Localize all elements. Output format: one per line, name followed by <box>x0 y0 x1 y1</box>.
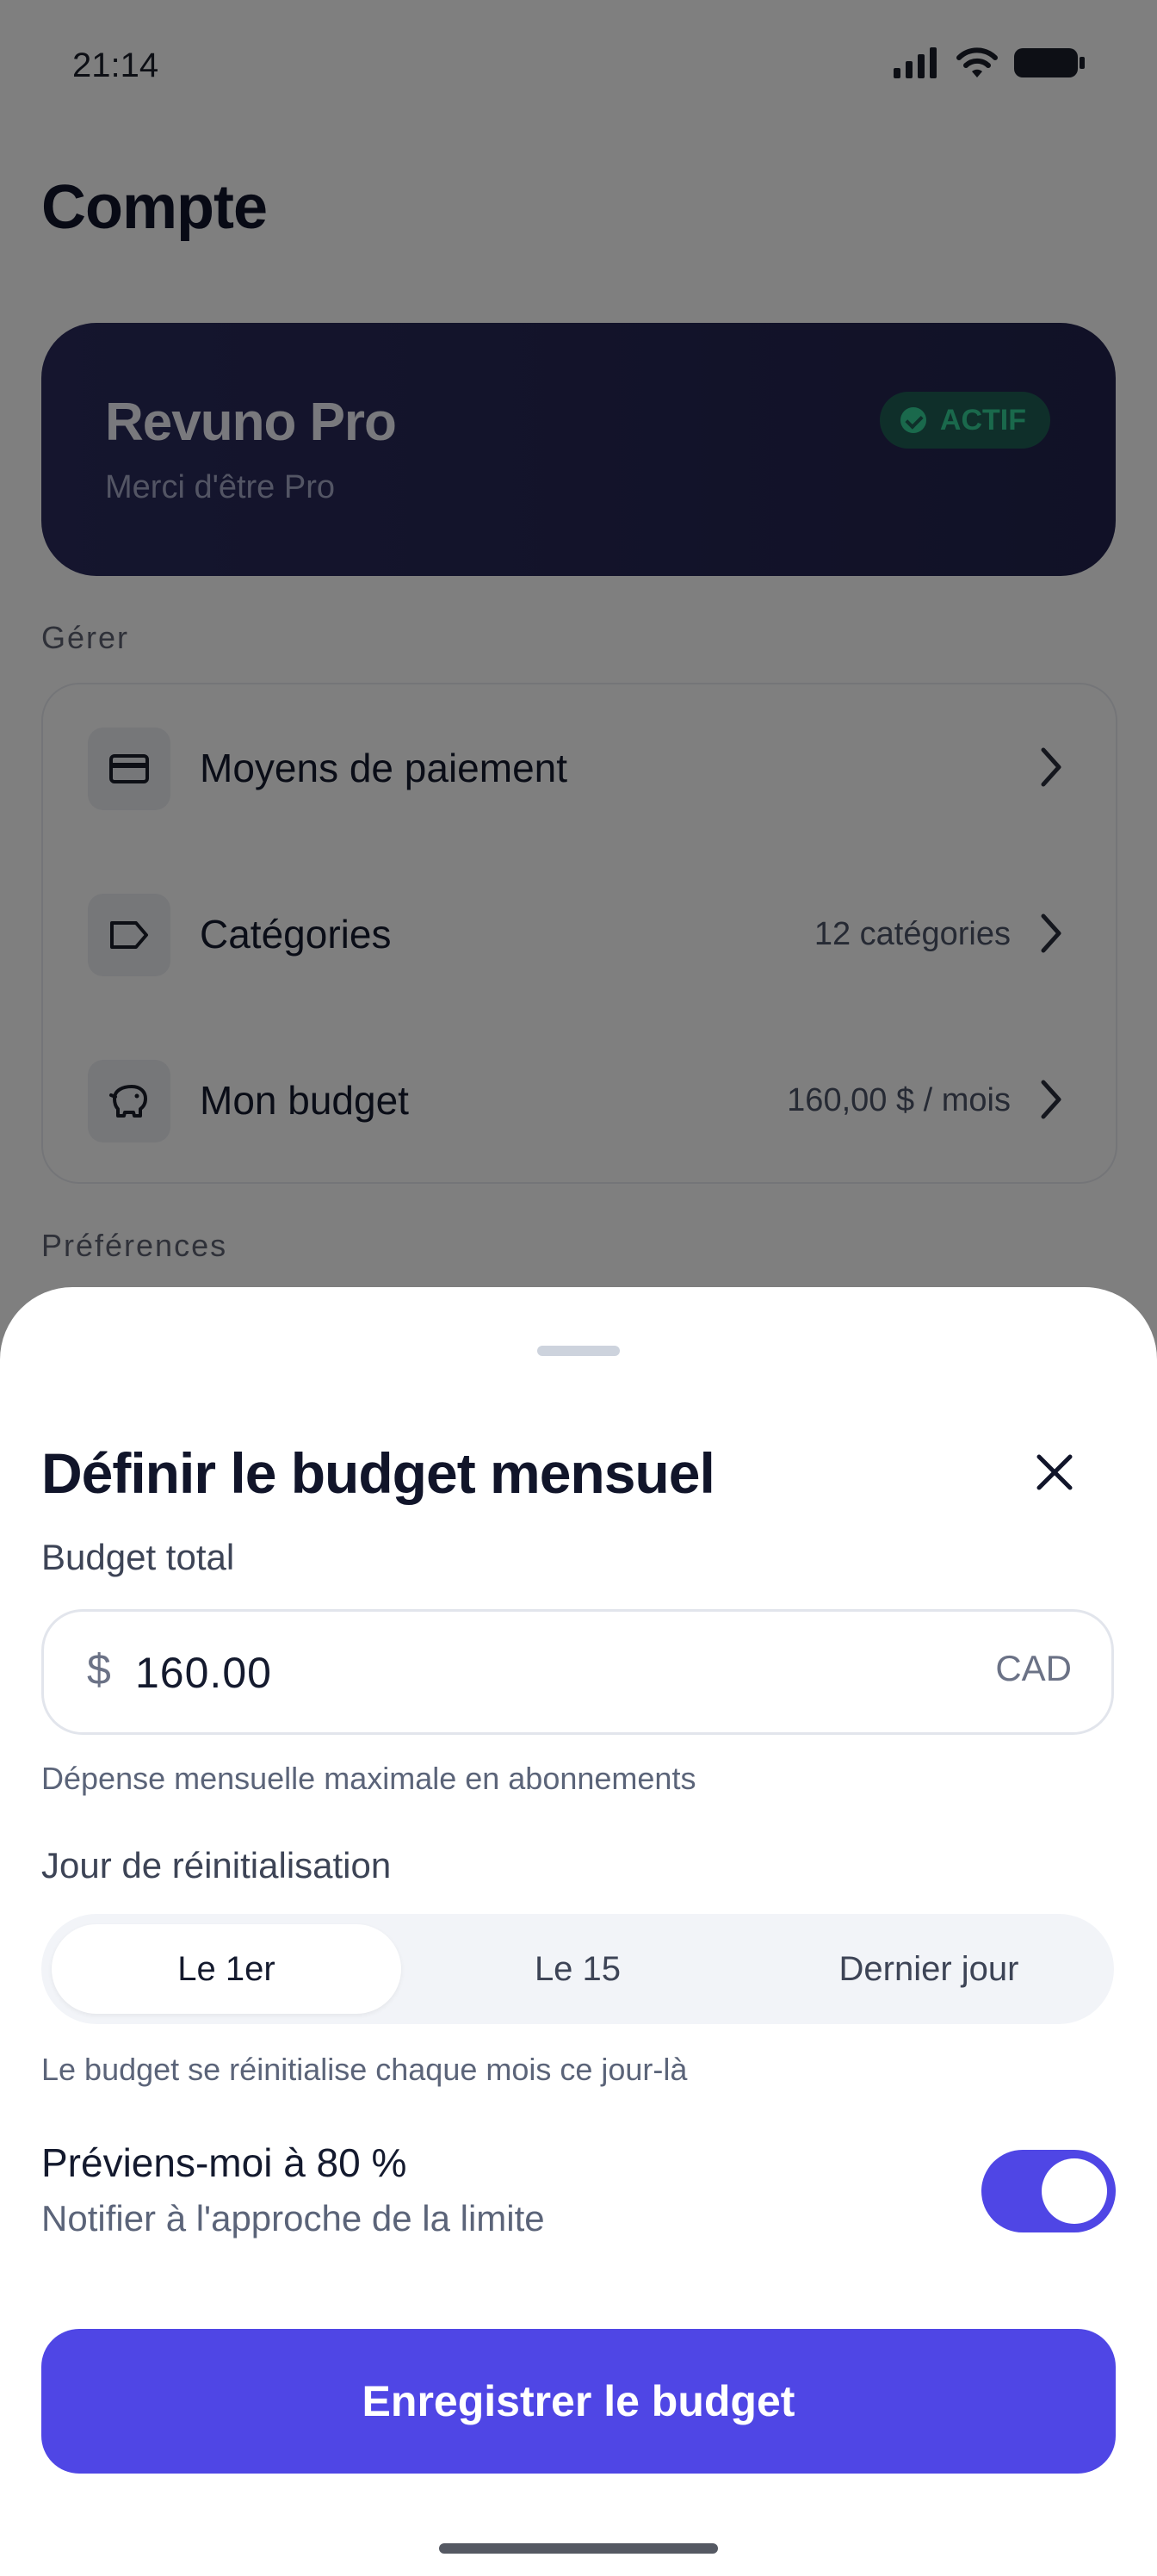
reset-day-label: Jour de réinitialisation <box>41 1845 392 1886</box>
budget-total-label: Budget total <box>41 1537 235 1577</box>
notify-title: Préviens-moi à 80 % <box>41 2140 407 2185</box>
reset-option-last-day[interactable]: Dernier jour <box>754 1924 1104 2014</box>
save-budget-button[interactable]: Enregistrer le budget <box>41 2329 1116 2474</box>
toggle-knob <box>1042 2158 1107 2224</box>
budget-amount-field[interactable]: $ CAD <box>41 1609 1114 1735</box>
reset-hint: Le budget se réinitialise chaque mois ce… <box>41 2052 688 2087</box>
currency-symbol: $ <box>87 1645 111 1694</box>
sheet-drag-handle[interactable] <box>537 1346 620 1356</box>
budget-hint: Dépense mensuelle maximale en abonnement… <box>41 1761 696 1796</box>
reset-option-first[interactable]: Le 1er <box>52 1924 401 2014</box>
reset-day-selector: Le 1er Le 15 Dernier jour <box>41 1914 1114 2024</box>
currency-code: CAD <box>995 1648 1072 1688</box>
reset-option-fifteenth[interactable]: Le 15 <box>403 1924 752 2014</box>
close-icon <box>1036 1454 1073 1490</box>
budget-amount-input[interactable] <box>133 1638 826 1708</box>
home-indicator <box>439 2543 718 2554</box>
budget-bottom-sheet: Définir le budget mensuel Budget total $… <box>0 1287 1157 2576</box>
close-button[interactable] <box>1024 1442 1085 1502</box>
notify-subtitle: Notifier à l'approche de la limite <box>41 2198 545 2239</box>
sheet-title: Définir le budget mensuel <box>41 1441 715 1505</box>
notify-toggle[interactable] <box>981 2150 1116 2232</box>
